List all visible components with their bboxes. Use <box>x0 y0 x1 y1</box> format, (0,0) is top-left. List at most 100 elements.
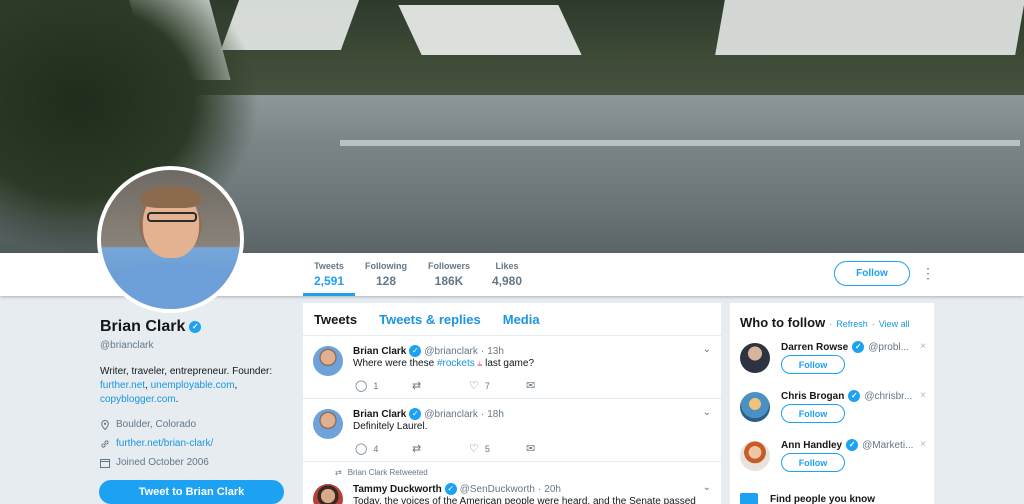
tweet-text-part: Where were these <box>353 358 437 369</box>
like-action[interactable]: ♡ 5 <box>469 442 526 455</box>
calendar-icon <box>100 458 110 468</box>
stat-likes[interactable]: Likes 4,980 <box>488 261 526 296</box>
refresh-link[interactable]: Refresh <box>836 319 868 329</box>
profile-website[interactable]: further.net/brian-clark/ <box>100 438 290 449</box>
dismiss-icon[interactable]: × <box>920 341 926 352</box>
follow-button[interactable]: Follow <box>781 355 845 374</box>
suggestion-name-row: Ann Handley ✓ @Marketi... <box>781 439 913 451</box>
stat-value: 2,591 <box>313 274 345 288</box>
tweet[interactable]: Brian Clark ✓ @brianclark · 13h Where we… <box>303 336 721 399</box>
tweet[interactable]: ⇄ Brian Clark Retweeted Tammy Duckworth … <box>303 462 721 504</box>
chevron-down-icon[interactable]: ⌄ <box>703 344 711 355</box>
more-options-icon[interactable]: ⋮ <box>921 265 935 281</box>
message-action[interactable]: ✉ <box>526 379 583 392</box>
tweet-avatar[interactable] <box>313 484 343 504</box>
stat-label: Followers <box>427 261 470 271</box>
bio-link-unemployable[interactable]: unemployable.com <box>151 380 235 391</box>
tweet-avatar[interactable] <box>313 409 343 439</box>
reply-icon: ◯ <box>355 443 368 455</box>
tweet-text-part: last game? <box>482 358 535 369</box>
profile-handle: @brianclark <box>100 340 154 351</box>
chevron-down-icon[interactable]: ⌄ <box>703 407 711 418</box>
tweet-text: Where were these #rockets ⫨ last game? <box>353 358 534 369</box>
follow-button[interactable]: Follow <box>781 404 845 423</box>
like-action[interactable]: ♡ 7 <box>469 379 526 392</box>
suggestion-handle: @probl... <box>868 341 909 353</box>
dismiss-icon[interactable]: × <box>920 390 926 401</box>
stat-followers[interactable]: Followers 186K <box>425 261 473 296</box>
verified-badge-icon: ✓ <box>846 439 859 451</box>
suggestion-name[interactable]: Darren Rowse <box>781 342 848 353</box>
stat-tweets[interactable]: Tweets 2,591 <box>303 261 355 296</box>
heart-icon: ♡ <box>469 380 479 392</box>
suggestion-chris-brogan: Chris Brogan ✓ @chrisbr... × Follow <box>740 388 930 436</box>
find-people-link[interactable]: Find people you know <box>740 493 875 504</box>
retweet-icon: ⇄ <box>412 443 422 455</box>
reply-count: 4 <box>373 443 379 454</box>
retweet-action[interactable]: ⇄ <box>412 379 469 392</box>
profile-name[interactable]: Brian Clark <box>100 318 185 336</box>
tweet-header: Brian Clark ✓ @brianclark · 18h <box>353 408 504 420</box>
message-action[interactable]: ✉ <box>526 442 583 455</box>
view-all-link[interactable]: View all <box>879 319 910 329</box>
verified-badge-icon: ✓ <box>852 341 865 353</box>
profile-bio: Writer, traveler, entrepreneur. Founder:… <box>100 366 273 405</box>
bio-link-further[interactable]: further.net <box>100 380 145 391</box>
reply-action[interactable]: ◯ 4 <box>355 442 412 455</box>
suggestion-handle: @chrisbr... <box>864 390 913 402</box>
retweet-action[interactable]: ⇄ <box>412 442 469 455</box>
tweet-time[interactable]: 20h <box>544 484 561 495</box>
tweet-time[interactable]: 13h <box>487 346 504 357</box>
follow-button[interactable]: Follow <box>781 453 845 472</box>
tweet-avatar[interactable] <box>313 346 343 376</box>
avatar[interactable] <box>740 392 770 422</box>
follow-button[interactable]: Follow <box>834 261 910 286</box>
tweet-author-name[interactable]: Brian Clark <box>353 346 406 357</box>
stat-label: Likes <box>495 261 519 271</box>
tab-media[interactable]: Media <box>503 312 540 327</box>
retweeted-by-text[interactable]: Brian Clark Retweeted <box>348 468 428 477</box>
stat-following[interactable]: Following 128 <box>363 261 409 296</box>
profile-avatar[interactable] <box>97 166 244 313</box>
suggestion-handle: @Marketi... <box>862 439 914 451</box>
tweet-author-handle: @SenDuckworth <box>459 483 535 495</box>
verified-badge-icon: ✓ <box>444 483 457 495</box>
avatar[interactable] <box>740 343 770 373</box>
tweet-author-name[interactable]: Brian Clark <box>353 409 406 420</box>
avatar[interactable] <box>740 441 770 471</box>
tweet-text: Definitely Laurel. <box>353 421 428 432</box>
retweet-icon: ⇄ <box>412 380 422 392</box>
tweet-actions: ◯ 4 ⇄ ♡ 5 ✉ <box>355 442 583 455</box>
tweet-time[interactable]: 18h <box>487 409 504 420</box>
suggestion-name-row: Darren Rowse ✓ @probl... <box>781 341 909 353</box>
tweet-to-button[interactable]: Tweet to Brian Clark <box>99 480 284 504</box>
suggestion-name[interactable]: Ann Handley <box>781 440 842 451</box>
dismiss-icon[interactable]: × <box>920 439 926 450</box>
bio-link-copyblogger[interactable]: copyblogger.com <box>100 394 176 405</box>
timeline: Tweets Tweets & replies Media Brian Clar… <box>303 303 721 504</box>
retweeted-context: ⇄ Brian Clark Retweeted <box>335 468 428 477</box>
bio-text: Writer, traveler, entrepreneur. Founder: <box>100 366 273 377</box>
tweet-header: Tammy Duckworth ✓ @SenDuckworth · 20h <box>353 483 561 495</box>
profile-card: Brian Clark ✓ @brianclark Writer, travel… <box>100 318 290 468</box>
website-link[interactable]: further.net/brian-clark/ <box>116 438 213 449</box>
verified-badge-icon: ✓ <box>848 390 861 402</box>
chevron-down-icon[interactable]: ⌄ <box>703 482 711 493</box>
joined-text: Joined October 2006 <box>116 457 209 468</box>
tab-tweets-replies[interactable]: Tweets & replies <box>379 312 481 327</box>
verified-badge-icon: ✓ <box>409 408 422 420</box>
stat-value: 4,980 <box>491 274 523 288</box>
location-pin-icon <box>101 419 109 430</box>
tweet-author-name[interactable]: Tammy Duckworth <box>353 484 442 495</box>
tab-tweets[interactable]: Tweets <box>314 312 357 327</box>
stat-label: Tweets <box>314 261 344 271</box>
hashtag-link[interactable]: #rockets <box>437 358 475 369</box>
tweet[interactable]: Brian Clark ✓ @brianclark · 18h Definite… <box>303 399 721 462</box>
profile-location: Boulder, Colorado <box>100 419 290 430</box>
suggestion-name[interactable]: Chris Brogan <box>781 391 844 402</box>
reply-action[interactable]: ◯ 1 <box>355 379 412 392</box>
stat-label: Following <box>365 261 407 271</box>
verified-badge-icon: ✓ <box>409 345 422 357</box>
profile-joined: Joined October 2006 <box>100 457 290 468</box>
tweet-header: Brian Clark ✓ @brianclark · 13h <box>353 345 504 357</box>
